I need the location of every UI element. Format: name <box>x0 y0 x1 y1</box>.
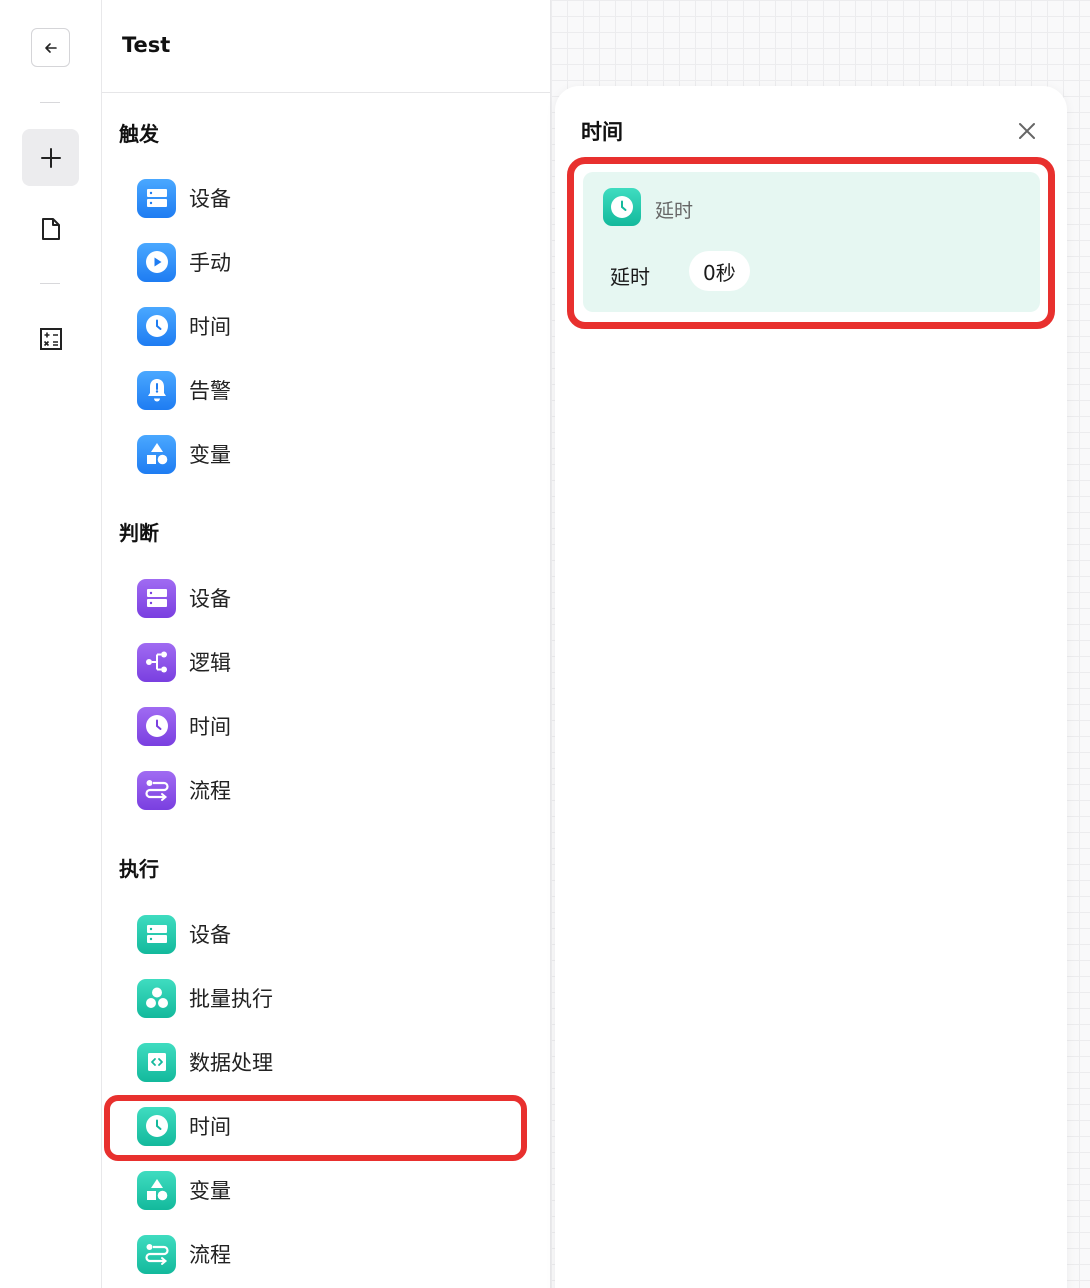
detail-title: 时间 <box>581 120 623 144</box>
node-detail-panel: 时间 延时 延时 0秒 <box>555 86 1067 1288</box>
palette-item-condition-logic[interactable]: 逻辑 <box>137 636 517 688</box>
shapes-icon <box>137 1170 176 1210</box>
clock-icon <box>137 706 176 746</box>
palette-item-trigger-variable[interactable]: 变量 <box>137 428 517 480</box>
branch-icon <box>137 642 176 682</box>
palette-item-condition-time[interactable]: 时间 <box>137 700 517 752</box>
flow-icon <box>137 1234 176 1274</box>
clock-icon <box>137 306 176 346</box>
close-icon <box>1019 123 1035 139</box>
palette-item-trigger-alarm[interactable]: 告警 <box>137 364 517 416</box>
calculator-icon <box>39 327 62 350</box>
palette-item-label: 流程 <box>189 1243 231 1267</box>
palette-item-label: 时间 <box>189 315 231 339</box>
flow-icon <box>137 770 176 810</box>
palette-item-label: 变量 <box>189 1179 231 1203</box>
section-title-action: 执行 <box>119 857 159 881</box>
device-icon <box>137 578 176 618</box>
palette-item-label: 数据处理 <box>189 1051 273 1075</box>
palette-item-action-variable[interactable]: 变量 <box>137 1164 517 1216</box>
device-icon <box>137 914 176 954</box>
palette-item-label: 时间 <box>189 1115 231 1139</box>
device-icon <box>137 178 176 218</box>
delay-node-card[interactable]: 延时 延时 0秒 <box>583 172 1040 312</box>
rail-divider <box>40 102 60 103</box>
left-rail <box>0 0 102 1288</box>
palette-item-label: 流程 <box>189 779 231 803</box>
delay-param-label: 延时 <box>610 265 650 289</box>
palette-item-trigger-manual[interactable]: 手动 <box>137 236 517 288</box>
clock-icon <box>603 188 641 226</box>
palette-item-label: 告警 <box>189 379 231 403</box>
back-button[interactable] <box>31 28 70 67</box>
close-button[interactable] <box>1014 118 1040 144</box>
palette-item-action-data[interactable]: 数据处理 <box>137 1036 517 1088</box>
palette-item-label: 变量 <box>189 443 231 467</box>
palette-item-label: 逻辑 <box>189 651 231 675</box>
palette-item-action-batch[interactable]: 批量执行 <box>137 972 517 1024</box>
palette-header: Test <box>102 0 550 93</box>
palette-item-label: 设备 <box>189 587 231 611</box>
section-title-condition: 判断 <box>119 521 159 545</box>
palette-item-action-time[interactable]: 时间 <box>137 1100 517 1152</box>
delay-value-pill[interactable]: 0秒 <box>689 251 750 291</box>
palette-item-action-device[interactable]: 设备 <box>137 908 517 960</box>
section-title-trigger: 触发 <box>119 122 159 146</box>
palette-item-label: 时间 <box>189 715 231 739</box>
add-node-button[interactable] <box>22 129 79 186</box>
palette-item-label: 设备 <box>189 187 231 211</box>
palette-item-label: 批量执行 <box>189 987 273 1011</box>
palette-item-trigger-device[interactable]: 设备 <box>137 172 517 224</box>
palette-title: Test <box>122 33 171 57</box>
palette-item-condition-flow[interactable]: 流程 <box>137 764 517 816</box>
calculator-button[interactable] <box>22 310 79 367</box>
plus-icon <box>40 147 61 168</box>
rail-divider <box>40 283 60 284</box>
shapes-icon <box>137 434 176 474</box>
clock-icon <box>137 1106 176 1146</box>
batch-icon <box>137 978 176 1018</box>
palette-item-label: 设备 <box>189 923 231 947</box>
palette-item-label: 手动 <box>189 251 231 275</box>
play-icon <box>137 242 176 282</box>
document-button[interactable] <box>22 200 79 257</box>
node-palette: Test 触发 设备 手动 时间 告警 变量 判断 设备 逻辑 时间 流程 执行… <box>102 0 551 1288</box>
palette-item-trigger-time[interactable]: 时间 <box>137 300 517 352</box>
alarm-bell-icon <box>137 370 176 410</box>
palette-item-condition-device[interactable]: 设备 <box>137 572 517 624</box>
arrow-left-icon <box>44 42 57 53</box>
card-name: 延时 <box>655 200 694 222</box>
palette-item-action-flow[interactable]: 流程 <box>137 1228 517 1280</box>
document-icon <box>41 217 60 240</box>
code-icon <box>137 1042 176 1082</box>
